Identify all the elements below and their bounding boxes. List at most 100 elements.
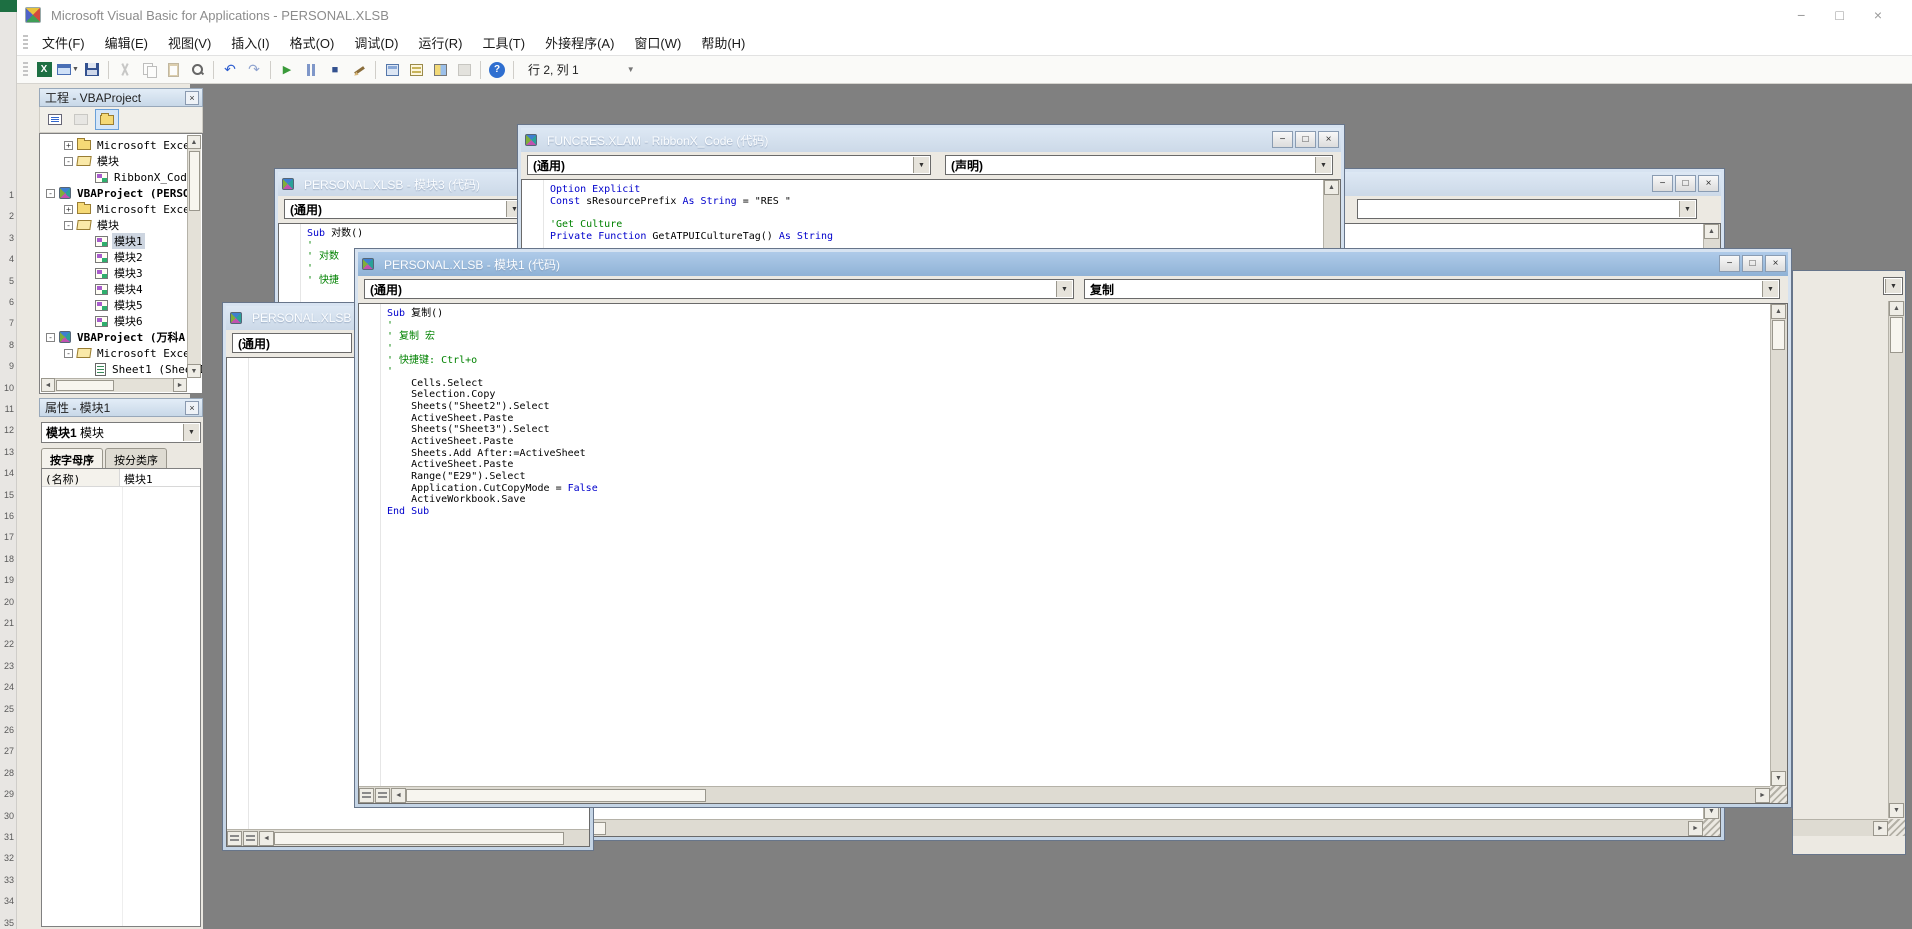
copy-button[interactable] xyxy=(138,59,160,81)
toggle-folders-button[interactable] xyxy=(95,109,119,130)
window-title-bar[interactable]: FUNCRES.XLAM - RibbonX_Code (代码) − □ × xyxy=(521,128,1341,152)
code-line[interactable]: ActiveSheet.Paste xyxy=(387,459,1787,471)
scroll-right-icon[interactable]: ► xyxy=(173,378,187,392)
close-icon[interactable]: × xyxy=(185,91,199,105)
chevron-down-icon[interactable]: ▼ xyxy=(1885,279,1901,293)
procedure-combo[interactable]: 复制 ▼ xyxy=(1084,279,1780,299)
break-button[interactable] xyxy=(300,59,322,81)
code-line[interactable]: ActiveWorkbook.Save xyxy=(387,494,1787,506)
tree-item[interactable]: -模块 xyxy=(40,217,202,233)
code-window-module1-active[interactable]: PERSONAL.XLSB - 模块1 (代码) − □ × (通用) ▼ 复制… xyxy=(354,248,1792,808)
code-line[interactable]: ' 复制 宏 xyxy=(387,331,1787,343)
code-line[interactable]: 'Get Culture xyxy=(550,219,1340,231)
resize-grip[interactable] xyxy=(1888,819,1905,836)
procedure-combo-fragment[interactable]: ▼ xyxy=(1883,277,1903,295)
code-line[interactable]: Option Explicit xyxy=(550,184,1340,196)
menu-文件F[interactable]: 文件(F) xyxy=(32,33,95,54)
undo-button[interactable]: ↶ xyxy=(219,59,241,81)
close-icon[interactable]: × xyxy=(185,401,199,415)
menu-视图V[interactable]: 视图(V) xyxy=(158,33,221,54)
close-icon[interactable]: × xyxy=(1318,131,1339,148)
object-selector-combo[interactable]: 模块1 模块 ▼ xyxy=(41,422,201,443)
close-button[interactable]: × xyxy=(1874,7,1882,23)
window-title-bar[interactable]: PERSONAL.XLSB - 模块1 (代码) − □ × xyxy=(358,252,1788,276)
tree-item[interactable]: 模块2 xyxy=(40,249,202,265)
object-combo[interactable]: (通用) ▼ xyxy=(527,155,931,175)
scrollbar-thumb[interactable] xyxy=(1890,317,1903,353)
design-mode-button[interactable] xyxy=(348,59,370,81)
object-combo[interactable]: (通用) ▼ xyxy=(364,279,1074,299)
scroll-left-icon[interactable]: ◄ xyxy=(391,788,406,803)
minimize-button[interactable]: − xyxy=(1719,255,1740,272)
property-row[interactable]: (名称) 模块1 xyxy=(42,469,200,487)
tree-item[interactable]: 模块3 xyxy=(40,265,202,281)
vertical-scrollbar[interactable]: ▲ ▼ xyxy=(1888,301,1905,818)
resize-grip[interactable] xyxy=(1703,819,1720,836)
scroll-left-icon[interactable]: ◄ xyxy=(41,378,55,392)
hidden-code-window-edge[interactable]: ▼ ▲ ▼ ► xyxy=(1792,270,1906,855)
code-line[interactable]: ' xyxy=(387,343,1787,355)
project-panel-title[interactable]: 工程 - VBAProject × xyxy=(39,88,203,107)
toolbar-grip[interactable] xyxy=(23,62,28,78)
menu-运行R[interactable]: 运行(R) xyxy=(408,33,472,54)
tree-item[interactable]: -Microsoft Excel 对 xyxy=(40,345,202,361)
restore-button[interactable]: □ xyxy=(1675,175,1696,192)
code-line[interactable]: End Sub xyxy=(387,506,1787,518)
menu-工具T[interactable]: 工具(T) xyxy=(472,33,535,54)
collapse-icon[interactable]: - xyxy=(64,157,73,166)
chevron-down-icon[interactable]: ▼ xyxy=(183,424,199,441)
project-explorer-button[interactable] xyxy=(381,59,403,81)
save-button[interactable] xyxy=(81,59,103,81)
vertical-scrollbar[interactable]: ▲ ▼ xyxy=(1770,304,1787,786)
tree-item[interactable]: -模块 xyxy=(40,153,202,169)
chevron-down-icon[interactable]: ▼ xyxy=(1315,157,1331,173)
tree-item[interactable]: RibbonX_Code xyxy=(40,169,202,185)
code-line[interactable] xyxy=(550,207,1340,219)
resize-grip[interactable] xyxy=(1770,786,1787,803)
scroll-right-icon[interactable]: ► xyxy=(1755,788,1770,803)
code-line[interactable]: Sheets("Sheet2").Select xyxy=(387,401,1787,413)
scroll-down-icon[interactable]: ▼ xyxy=(1889,803,1904,818)
menu-帮助H[interactable]: 帮助(H) xyxy=(691,33,755,54)
horizontal-scrollbar[interactable]: ► xyxy=(1793,819,1888,836)
tree-item[interactable]: Sheet1 (Sheet1 xyxy=(40,361,202,377)
horizontal-scrollbar[interactable]: ◄ ► xyxy=(359,786,1770,803)
module-view-button[interactable] xyxy=(375,788,390,803)
insert-userform-button[interactable]: ▼ xyxy=(57,59,79,81)
menu-外接程序A[interactable]: 外接程序(A) xyxy=(535,33,624,54)
procedure-view-button[interactable] xyxy=(227,831,242,846)
code-line[interactable]: Sub 复制() xyxy=(387,308,1787,320)
collapse-icon[interactable]: - xyxy=(46,189,55,198)
properties-panel-title[interactable]: 属性 - 模块1 × xyxy=(39,398,203,417)
run-button[interactable]: ▶ xyxy=(276,59,298,81)
close-icon[interactable]: × xyxy=(1698,175,1719,192)
tree-item[interactable]: 模块6 xyxy=(40,313,202,329)
toolbar-options-chevron[interactable]: ▼ xyxy=(625,60,637,80)
tree-item[interactable]: 模块5 xyxy=(40,297,202,313)
scroll-up-icon[interactable]: ▲ xyxy=(1889,301,1904,316)
procedure-combo[interactable]: ▼ xyxy=(1357,199,1697,219)
find-button[interactable] xyxy=(186,59,208,81)
tree-horizontal-scrollbar[interactable]: ◄ ► xyxy=(41,378,187,392)
code-line[interactable]: Application.CutCopyMode = False xyxy=(387,483,1787,495)
code-line[interactable]: ActiveSheet.Paste xyxy=(387,436,1787,448)
scrollbar-thumb[interactable] xyxy=(274,832,564,845)
scrollbar-thumb[interactable] xyxy=(56,380,114,391)
expand-icon[interactable]: + xyxy=(64,205,73,214)
code-line[interactable]: Private Function GetATPUICultureTag() As… xyxy=(550,231,1340,243)
minimize-button[interactable]: − xyxy=(1652,175,1673,192)
expand-icon[interactable]: + xyxy=(64,141,73,150)
scroll-down-icon[interactable]: ▼ xyxy=(1771,771,1786,786)
code-area[interactable]: Sub 复制()'' 复制 宏'' 快捷键: Ctrl+o' Cells.Sel… xyxy=(358,303,1788,804)
tab-categorized[interactable]: 按分类序 xyxy=(105,448,167,468)
tree-item[interactable]: +Microsoft Excel 对 xyxy=(40,201,202,217)
scroll-up-icon[interactable]: ▲ xyxy=(1771,304,1786,319)
tab-alphabetic[interactable]: 按字母序 xyxy=(41,448,103,468)
collapse-icon[interactable]: - xyxy=(64,349,73,358)
code-line[interactable]: ' xyxy=(387,366,1787,378)
code-line[interactable]: ' xyxy=(387,320,1787,332)
menu-插入I[interactable]: 插入(I) xyxy=(221,33,279,54)
code-line[interactable]: ActiveSheet.Paste xyxy=(387,413,1787,425)
minimize-button[interactable]: − xyxy=(1272,131,1293,148)
chevron-down-icon[interactable]: ▼ xyxy=(1056,281,1072,297)
